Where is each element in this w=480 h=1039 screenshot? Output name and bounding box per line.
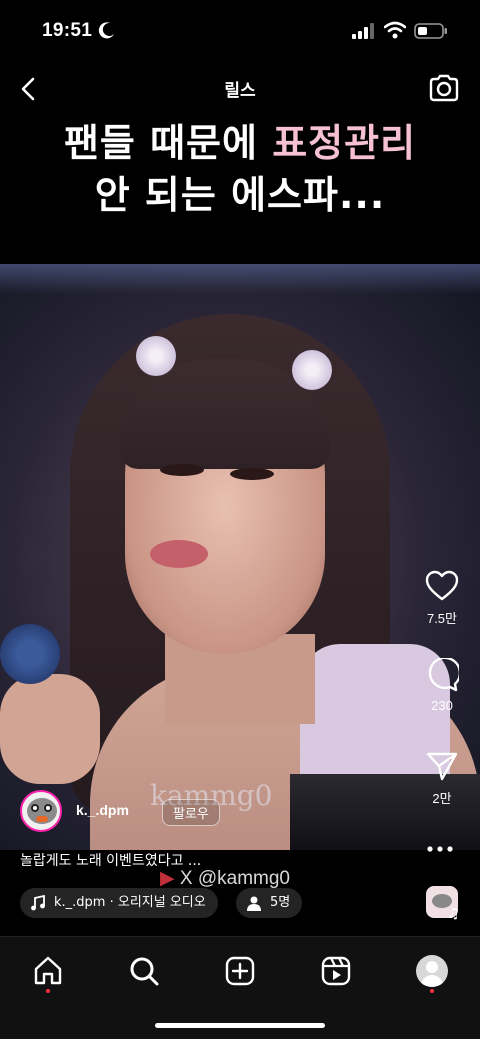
wifi-icon bbox=[384, 21, 406, 39]
home-icon[interactable] bbox=[32, 955, 64, 987]
search-icon[interactable] bbox=[128, 955, 160, 987]
follow-button[interactable]: 팔로우 bbox=[162, 799, 220, 826]
send-icon bbox=[426, 752, 458, 781]
video-credit: ▶ X @kammg0 bbox=[160, 867, 290, 890]
avatar-beak bbox=[36, 816, 48, 822]
comment-button[interactable]: 230 bbox=[408, 658, 476, 713]
share-count: 2만 bbox=[432, 791, 452, 806]
camera-icon[interactable] bbox=[428, 73, 460, 103]
battery-icon bbox=[414, 23, 447, 39]
caption-line-2: 안 되는 에스파... bbox=[94, 173, 386, 217]
heart-icon bbox=[425, 570, 459, 601]
avatar-eye-left bbox=[31, 804, 39, 812]
stage-light bbox=[0, 264, 480, 294]
profile-avatar-body bbox=[421, 975, 443, 987]
more-options-icon[interactable] bbox=[424, 845, 456, 853]
video-caption: 팬들 때문에 표정관리 안 되는 에스파... bbox=[0, 117, 480, 221]
flag-icon: ▶ bbox=[160, 868, 175, 889]
caption-plain: 팬들 때문에 bbox=[63, 121, 273, 165]
create-post-icon[interactable] bbox=[224, 955, 256, 987]
author-username[interactable]: k._.dpm bbox=[76, 802, 129, 818]
comment-icon bbox=[428, 658, 459, 692]
status-bar: 19:51 bbox=[0, 0, 480, 64]
home-indicator[interactable] bbox=[155, 1023, 325, 1028]
caption-line-1: 팬들 때문에 표정관리 bbox=[0, 117, 480, 169]
credit-text: X @kammg0 bbox=[179, 868, 291, 889]
left-eye bbox=[160, 464, 204, 476]
lips bbox=[150, 540, 208, 568]
author-avatar[interactable] bbox=[20, 790, 62, 832]
hair-flower-right bbox=[292, 350, 332, 390]
tagged-people-count: 5명 bbox=[270, 895, 291, 910]
post-author: k._.dpm 팔로우 bbox=[20, 790, 280, 832]
person-icon bbox=[247, 896, 261, 911]
bottom-nav bbox=[0, 936, 480, 1039]
reels-icon[interactable] bbox=[320, 955, 352, 987]
like-count: 7.5만 bbox=[426, 611, 458, 626]
status-time: 19:51 bbox=[42, 20, 93, 41]
home-notification-dot bbox=[46, 989, 50, 993]
hand bbox=[0, 674, 100, 784]
audio-chip[interactable]: k._.dpm · 오리지널 오디오 bbox=[20, 888, 218, 918]
share-button[interactable]: 2만 bbox=[408, 750, 476, 807]
music-note-small-icon: ♫ bbox=[447, 906, 460, 922]
caption-highlight: 표정관리 bbox=[272, 121, 417, 165]
moon-icon bbox=[98, 22, 114, 39]
profile-avatar[interactable] bbox=[416, 955, 448, 987]
like-button[interactable]: 7.5만 bbox=[408, 570, 476, 627]
hair-flower-left bbox=[136, 336, 176, 376]
reels-header: 릴스 bbox=[0, 64, 480, 114]
microphone bbox=[0, 624, 60, 684]
tagged-people-chip[interactable]: 5명 bbox=[236, 888, 303, 918]
profile-notification-dot bbox=[430, 989, 434, 993]
audio-label: k._.dpm · 오리지널 오디오 bbox=[54, 895, 206, 910]
music-note-icon bbox=[31, 895, 45, 911]
profile-avatar-head bbox=[426, 961, 438, 973]
right-eye bbox=[230, 468, 274, 480]
avatar-eye-right bbox=[44, 804, 52, 812]
comment-count: 230 bbox=[431, 698, 453, 713]
signal-icon bbox=[352, 23, 374, 39]
page-title: 릴스 bbox=[224, 81, 256, 101]
